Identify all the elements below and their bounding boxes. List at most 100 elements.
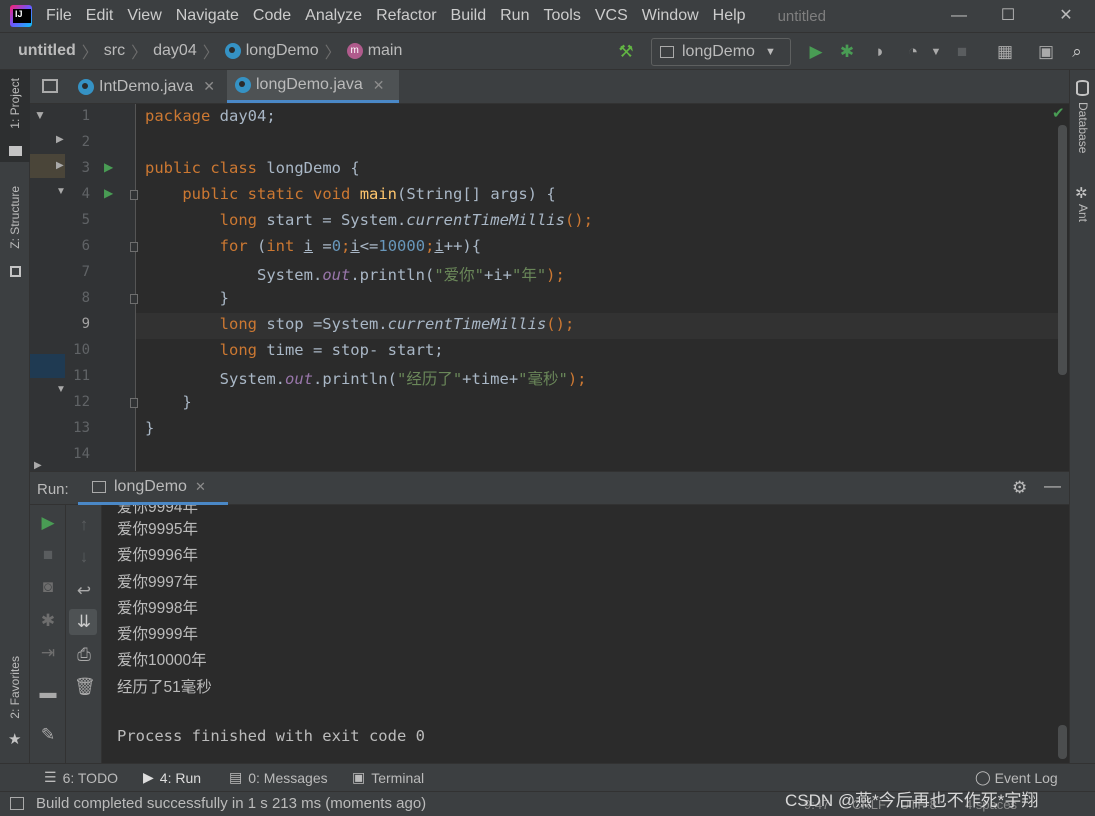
breadcrumb-day04[interactable]: day04: [153, 42, 197, 60]
menu-help[interactable]: Help: [713, 7, 746, 25]
scroll-to-end-icon[interactable]: ⇊: [74, 612, 94, 632]
code-line: public static void main(String[] args) {: [145, 185, 555, 203]
close-icon[interactable]: ✕: [1054, 4, 1078, 28]
messages-tool-button[interactable]: ▤ 0: Messages: [229, 769, 328, 786]
collapse-arrow-icon[interactable]: ▼: [56, 384, 66, 395]
breadcrumb-class[interactable]: longDemo: [224, 42, 319, 60]
stop-icon[interactable]: ■: [38, 545, 58, 565]
print-icon[interactable]: ⎙: [74, 645, 94, 665]
fold-icon[interactable]: [130, 398, 138, 408]
fold-icon[interactable]: [130, 294, 138, 304]
run-icon[interactable]: ▶: [806, 42, 826, 62]
expand-arrow-icon[interactable]: ▶: [56, 134, 64, 145]
variable: i: [303, 237, 314, 255]
run-tool-button[interactable]: ▶ 4: Run: [143, 769, 201, 786]
menu-window[interactable]: Window: [642, 7, 699, 25]
soft-wrap-icon[interactable]: ↩: [74, 581, 94, 601]
menu-vcs[interactable]: VCS: [595, 7, 628, 25]
menu-run[interactable]: Run: [500, 7, 529, 25]
project-structure-icon[interactable]: ▦: [995, 42, 1015, 62]
collapse-arrow-icon[interactable]: ▼: [56, 186, 66, 197]
expand-arrow-icon[interactable]: ▶: [56, 160, 64, 171]
camera-icon[interactable]: ◙: [38, 577, 58, 597]
tab-intdemo[interactable]: IntDemo.java ✕: [70, 70, 226, 103]
database-tool-button[interactable]: Database: [1076, 102, 1090, 153]
console-line: 爱你9995年: [117, 521, 198, 538]
close-icon[interactable]: ✕: [195, 479, 206, 495]
keyword: static: [247, 185, 304, 203]
menu-refactor[interactable]: Refactor: [376, 7, 436, 25]
run-gutter-icon[interactable]: ▶: [104, 186, 113, 200]
expand-arrow-icon[interactable]: ▶: [34, 460, 42, 471]
structure-tool-button[interactable]: Z: Structure: [8, 186, 22, 249]
favorites-tool-button[interactable]: 2: Favorites: [8, 656, 22, 719]
breadcrumb-method[interactable]: m main: [346, 42, 402, 60]
coverage-icon[interactable]: ◗: [870, 42, 890, 62]
menu-code[interactable]: Code: [253, 7, 291, 25]
build-hammer-icon[interactable]: ⚒: [616, 42, 636, 62]
keyword: public: [145, 159, 201, 177]
menu-view[interactable]: View: [127, 7, 161, 25]
code-line: }: [145, 393, 191, 411]
close-icon[interactable]: ✕: [373, 77, 385, 94]
editor-scrollbar[interactable]: [1058, 125, 1067, 375]
toggle-tool-windows-icon[interactable]: [10, 797, 24, 810]
ant-tool-button[interactable]: Ant: [1076, 204, 1090, 222]
run-tab-label: longDemo: [114, 478, 187, 495]
event-log-button[interactable]: ◯ Event Log: [975, 769, 1058, 786]
breadcrumb-src[interactable]: src: [104, 42, 125, 60]
presentation-icon[interactable]: ▣: [1036, 42, 1056, 62]
collapse-arrow-icon[interactable]: ▼: [34, 108, 46, 122]
chevron-down-icon[interactable]: ▼: [926, 42, 946, 62]
close-icon[interactable]: ✕: [203, 78, 215, 95]
line-number: 2: [81, 134, 90, 150]
menu-edit[interactable]: Edit: [86, 7, 114, 25]
profile-icon[interactable]: ◔: [903, 42, 923, 62]
project-tool-button[interactable]: 1: Project: [8, 78, 22, 129]
minimize-icon[interactable]: —: [947, 4, 971, 28]
fold-icon[interactable]: [130, 242, 138, 252]
status-message[interactable]: Build completed successfully in 1 s 213 …: [36, 795, 426, 812]
menu-build[interactable]: Build: [451, 7, 487, 25]
bug-icon[interactable]: ✱: [38, 611, 58, 631]
checkmark-icon: ✔: [1052, 105, 1065, 122]
terminal-tool-button[interactable]: ▣ Terminal: [352, 769, 424, 786]
run-configuration-select[interactable]: longDemo ▼: [651, 38, 791, 66]
arrow-down-icon[interactable]: ↓: [74, 547, 94, 567]
gear-icon[interactable]: ⚙: [1012, 478, 1027, 498]
pin-icon[interactable]: ✎: [38, 725, 58, 745]
string-literal: "毫秒": [518, 370, 568, 388]
rerun-icon[interactable]: ▶: [38, 513, 58, 533]
console-scrollbar[interactable]: [1058, 725, 1067, 759]
code-text: .println(: [312, 370, 397, 388]
breadcrumb-project[interactable]: untitled: [18, 42, 76, 60]
minimize-panel-icon[interactable]: —: [1044, 476, 1061, 496]
run-gutter-icon[interactable]: ▶: [104, 160, 113, 174]
arrow-up-icon[interactable]: ↑: [74, 515, 94, 535]
variable: i: [350, 237, 360, 255]
todo-tool-button[interactable]: ☰ 6: TODO: [44, 769, 118, 786]
maximize-icon[interactable]: ☐: [996, 4, 1020, 28]
project-view-icon[interactable]: [42, 79, 58, 93]
terminal-label: Terminal: [371, 769, 425, 786]
menu-tools[interactable]: Tools: [543, 7, 580, 25]
debug-icon[interactable]: ✱: [837, 42, 857, 62]
menu-file[interactable]: File: [46, 7, 72, 25]
layout-icon[interactable]: ▬: [38, 683, 58, 703]
trash-icon[interactable]: 🗑: [74, 677, 96, 697]
menu-analyze[interactable]: Analyze: [305, 7, 362, 25]
code-editor[interactable]: ▼ ▶ ▶ ▼ ▼ ▶ 1 2 3 4 5 6 7 8 9 10 11 12 1…: [30, 104, 1069, 471]
tab-longdemo[interactable]: longDemo.java ✕: [227, 70, 399, 103]
run-tab-longdemo[interactable]: longDemo ✕: [78, 472, 228, 505]
csdn-watermark: CSDN @燕*今后再也不作死*宇翔: [785, 791, 1039, 810]
stop-icon[interactable]: ■: [952, 42, 972, 62]
messages-icon: ▤: [229, 769, 243, 785]
console-line: 爱你9997年: [117, 574, 198, 591]
console-line: 爱你10000年: [117, 652, 207, 669]
fold-icon[interactable]: [130, 190, 138, 200]
search-icon[interactable]: ⌕: [1067, 42, 1087, 62]
static-method-call: currentTimeMillis: [406, 211, 565, 229]
login-icon[interactable]: ⇥: [38, 643, 58, 663]
console-output[interactable]: 爱你9994年 爱你9995年 爱你9996年 爱你9997年 爱你9998年 …: [102, 505, 1069, 763]
menu-navigate[interactable]: Navigate: [176, 7, 239, 25]
